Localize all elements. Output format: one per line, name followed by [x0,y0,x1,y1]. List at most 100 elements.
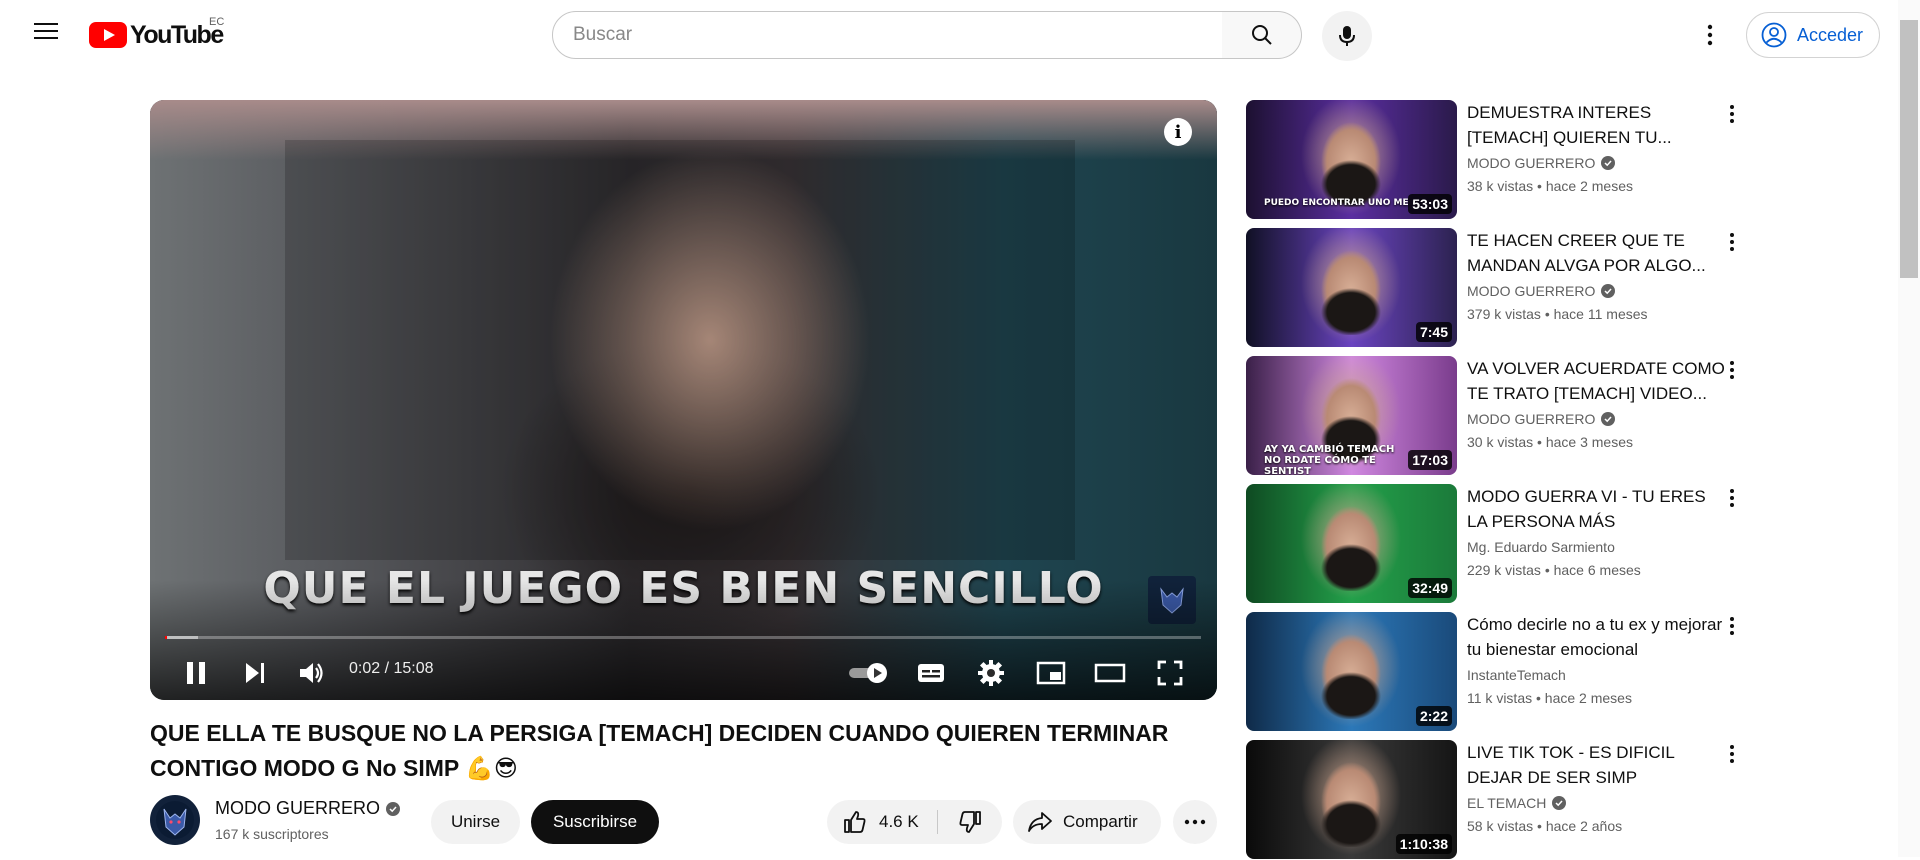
microphone-icon [1339,26,1355,46]
recommendation-title[interactable]: MODO GUERRA VI - TU ERES LA PERSONA MÁS … [1467,484,1727,534]
recommendation-meta: 11 k vistas • hace 2 meses [1467,690,1632,706]
recommendation-item[interactable]: 2:22 Cómo decirle no a tu ex y mejorar tu… [1246,612,1756,732]
verified-badge-icon [1601,284,1616,298]
thumbs-up-icon [844,811,866,833]
autoplay-toggle[interactable] [844,656,894,690]
recommendation-title[interactable]: Cómo decirle no a tu ex y mejorar tu bie… [1467,612,1727,662]
video-duration: 2:22 [1415,706,1452,726]
next-button[interactable] [237,655,273,691]
thumbnail-person [1316,506,1386,591]
more-vert-icon [1730,489,1734,507]
recommendation-meta: 38 k vistas • hace 2 meses [1467,178,1633,194]
more-vert-icon [1707,24,1713,46]
recommendation-thumbnail[interactable]: PUEDO ENCONTRAR UNO ME 53:03 [1246,100,1457,219]
thumbnail-person [1316,250,1386,335]
thumbs-down-icon [959,811,981,833]
recommendation-menu-button[interactable] [1720,100,1744,128]
wolf-logo-icon [156,801,194,839]
theater-mode-button[interactable] [1092,655,1128,691]
like-dislike-group: 4.6 K [827,800,1002,844]
sign-in-button[interactable]: Acceder [1746,12,1880,58]
recommendation-channel[interactable]: InstanteTemach [1467,667,1566,683]
recommendation-item[interactable]: 7:45 TE HACEN CREER QUE TE MANDAN ALVGA P… [1246,228,1756,348]
channel-avatar[interactable] [150,795,200,845]
recommendation-menu-button[interactable] [1720,228,1744,256]
search-button[interactable] [1222,11,1302,59]
hamburger-menu-icon[interactable] [26,18,66,52]
pause-icon [187,662,205,684]
subscriber-count: 167 k suscriptores [215,826,329,842]
mute-button[interactable] [294,655,330,691]
recommendation-thumbnail[interactable]: 32:49 [1246,484,1457,603]
verified-badge-icon [1552,796,1567,810]
channel-name[interactable]: MODO GUERRERO [215,798,401,819]
join-button[interactable]: Unirse [431,800,520,844]
progress-bar[interactable] [165,636,1201,639]
recommendation-channel[interactable]: MODO GUERRERO [1467,283,1616,299]
more-vert-icon [1730,745,1734,763]
thumbnail-person [1316,122,1386,207]
region-code: EC [209,16,225,28]
video-duration: 1:10:38 [1395,834,1452,854]
video-duration: 32:49 [1408,578,1452,598]
thumbnail-caption: AY YA CAMBIÓ TEMACH NO RDATE CÓMO TE SEN… [1264,444,1395,475]
share-label: Compartir [1063,812,1138,831]
recommendation-channel[interactable]: EL TEMACH [1467,795,1567,811]
share-button[interactable]: Compartir [1013,800,1161,844]
more-actions-button[interactable] [1173,800,1217,844]
recommendation-title[interactable]: DEMUESTRA INTERES [TEMACH] QUIEREN TU... [1467,100,1727,150]
recommendation-thumbnail[interactable]: AY YA CAMBIÓ TEMACH NO RDATE CÓMO TE SEN… [1246,356,1457,475]
more-vert-icon [1730,233,1734,251]
subtitles-button[interactable] [913,656,949,690]
time-display: 0:02 / 15:08 [349,660,434,677]
like-button[interactable]: 4.6 K [827,800,937,844]
recommendation-menu-button[interactable] [1720,612,1744,640]
recommendation-menu-button[interactable] [1720,356,1744,384]
fullscreen-button[interactable] [1152,655,1188,691]
recommendation-item[interactable]: PUEDO ENCONTRAR UNO ME 53:03 DEMUESTRA INT… [1246,100,1756,220]
voice-search-button[interactable] [1322,11,1372,61]
volume-icon [300,663,323,683]
video-player[interactable]: QUE EL JUEGO ES BIEN SENCILLO i 0:02 / 1… [150,100,1217,700]
account-circle-icon [1761,22,1787,48]
dislike-button[interactable] [939,800,1001,844]
recommendation-channel-name: MODO GUERRERO [1467,411,1596,427]
recommendation-item[interactable]: 32:49 MODO GUERRA VI - TU ERES LA PERSONA… [1246,484,1756,604]
recommendation-channel[interactable]: MODO GUERRERO [1467,411,1616,427]
recommendation-item[interactable]: 1:10:38 LIVE TIK TOK - ES DIFICIL DEJAR D… [1246,740,1756,860]
recommendation-title[interactable]: VA VOLVER ACUERDATE COMO TE TRATO [TEMAC… [1467,356,1727,406]
recommendation-meta: 58 k vistas • hace 2 años [1467,818,1623,834]
youtube-logo[interactable]: YouTube [89,21,224,49]
subscribe-button[interactable]: Suscribirse [531,800,659,844]
recommendation-channel-name: EL TEMACH [1467,795,1547,811]
more-vert-icon [1730,361,1734,379]
miniplayer-button[interactable] [1033,655,1069,691]
miniplayer-icon [1036,661,1066,685]
recommendation-menu-button[interactable] [1720,484,1744,512]
recommendation-meta: 379 k vistas • hace 11 meses [1467,306,1648,322]
recommendation-title[interactable]: TE HACEN CREER QUE TE MANDAN ALVGA POR A… [1467,228,1727,278]
recommendation-channel[interactable]: MODO GUERRERO [1467,155,1616,171]
recommendation-item[interactable]: AY YA CAMBIÓ TEMACH NO RDATE CÓMO TE SEN… [1246,356,1756,476]
scrollbar-thumb[interactable] [1900,20,1918,278]
recommendation-thumbnail[interactable]: 7:45 [1246,228,1457,347]
recommendation-menu-button[interactable] [1720,740,1744,768]
recommendation-channel-name: MODO GUERRERO [1467,155,1596,171]
recommendation-title[interactable]: LIVE TIK TOK - ES DIFICIL DEJAR DE SER S… [1467,740,1727,790]
verified-badge-icon [386,801,401,816]
more-vert-icon [1730,105,1734,123]
autoplay-toggle-icon [849,663,887,683]
settings-more-button[interactable] [1695,15,1725,55]
video-duration: 53:03 [1408,194,1452,214]
recommendation-thumbnail[interactable]: 2:22 [1246,612,1457,731]
recommendation-thumbnail[interactable]: 1:10:38 [1246,740,1457,859]
settings-button[interactable] [973,655,1009,691]
recommendation-channel[interactable]: Mg. Eduardo Sarmiento [1467,539,1615,555]
recommendation-channel-name: InstanteTemach [1467,667,1566,683]
thumbnail-caption: PUEDO ENCONTRAR UNO ME [1264,198,1409,208]
pause-button[interactable] [178,655,214,691]
info-icon[interactable]: i [1164,118,1192,146]
like-divider [937,810,938,834]
search-icon [1251,25,1272,45]
search-input[interactable]: Buscar [552,11,1224,59]
